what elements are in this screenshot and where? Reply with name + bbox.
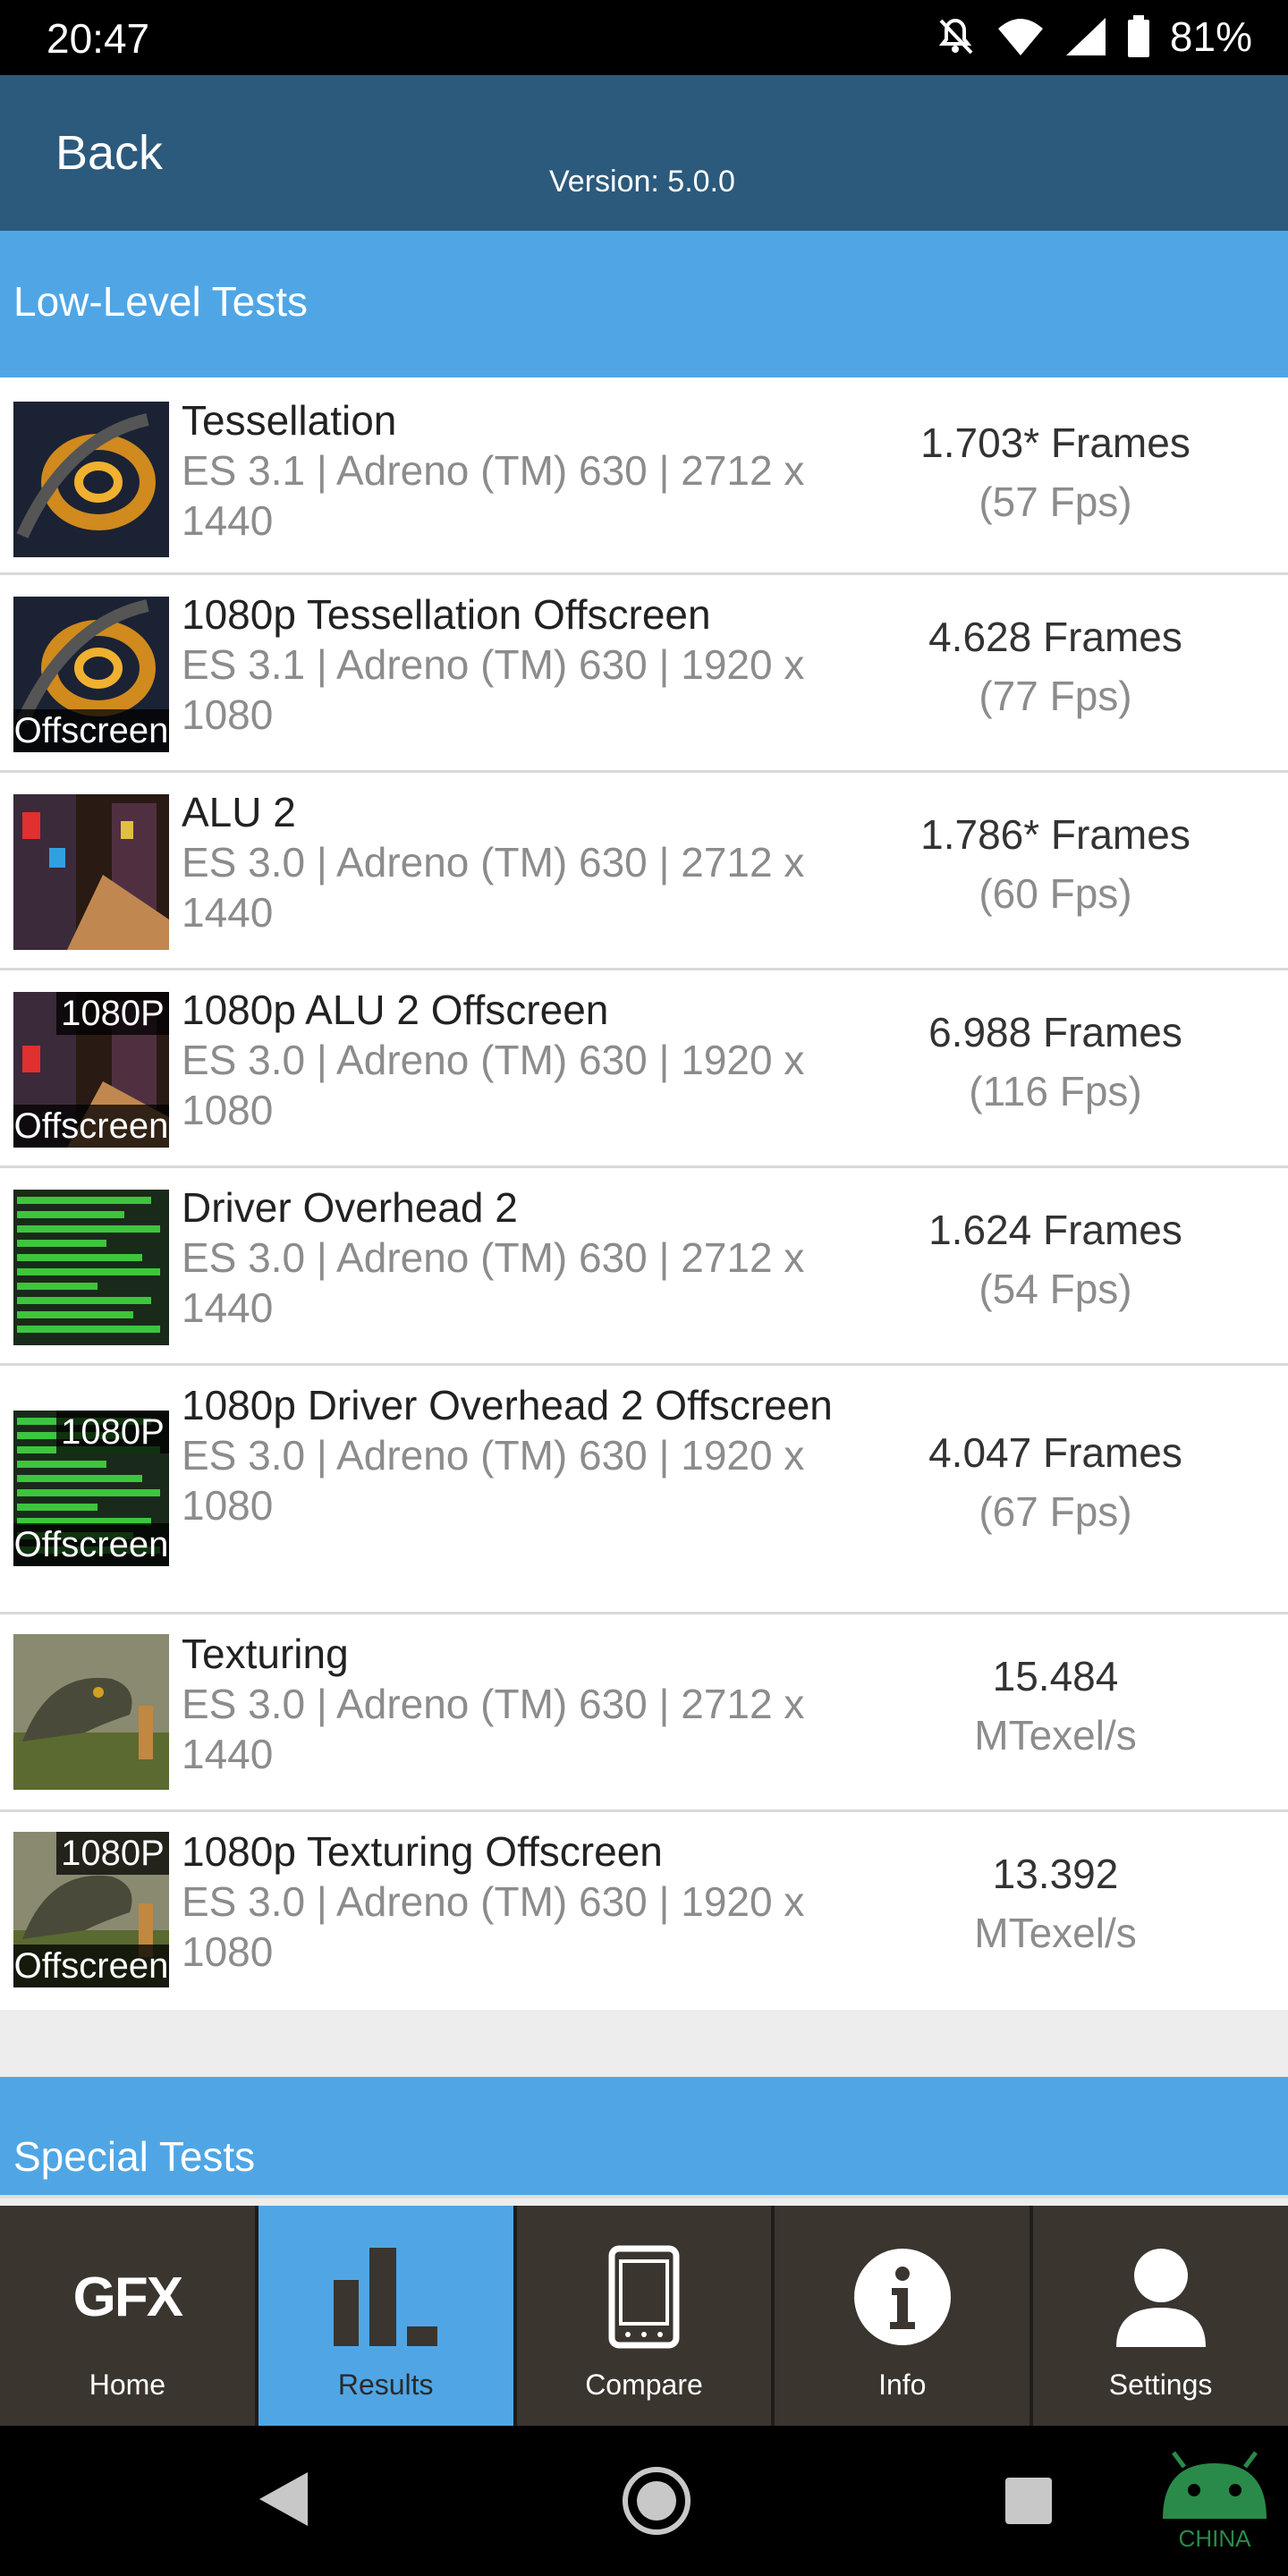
section-title: Special Tests (13, 2133, 256, 2180)
resolution-badge: 1080P (56, 1832, 169, 1875)
offscreen-badge: Offscreen (13, 709, 169, 752)
nav-info[interactable]: Info (775, 2206, 1034, 2426)
test-row-1080p-alu-2-offscreen[interactable]: 1080P Offscreen 1080p ALU 2 Offscreen ES… (0, 970, 1288, 1168)
test-row-1080p-texturing-offscreen[interactable]: 1080P Offscreen 1080p Texturing Offscree… (0, 1812, 1288, 2010)
nav-home[interactable]: GFX Home (0, 2206, 258, 2426)
nav-label: Settings (1108, 2368, 1213, 2401)
test-row-1080p-tessellation-offscreen[interactable]: Offscreen 1080p Tessellation Offscreen E… (0, 575, 1288, 773)
divider (0, 2195, 1288, 2199)
section-header-special: Special Tests (0, 2077, 1288, 2195)
app-bar: Back Version: 5.0.0 (0, 75, 1288, 231)
test-row-1080p-driver-overhead-2-offscreen[interactable]: 1080P Offscreen 1080p Driver Overhead 2 … (0, 1366, 1288, 1614)
offscreen-badge: Offscreen (13, 1945, 169, 1987)
nav-results[interactable]: Results (258, 2206, 517, 2426)
nav-settings[interactable]: Settings (1033, 2206, 1288, 2426)
gfx-logo-icon: GFX (72, 2266, 183, 2328)
info-icon (853, 2249, 951, 2345)
test-thumbnail (13, 402, 169, 557)
test-details: ES 3.0 | Adreno (TM) 630 | 1920 x 1080 (182, 1037, 805, 1133)
home-circle-icon[interactable] (621, 2465, 692, 2537)
test-name: Driver Overhead 2 (182, 1184, 518, 1231)
nav-label: Info (878, 2368, 927, 2401)
test-unit: (116 Fps) (969, 1068, 1142, 1114)
nav-compare[interactable]: Compare (517, 2206, 775, 2426)
test-score: 4.047 Frames (928, 1429, 1182, 1476)
test-name: Texturing (182, 1631, 349, 1677)
test-thumbnail (13, 1634, 169, 1790)
test-details: ES 3.0 | Adreno (TM) 630 | 2712 x 1440 (182, 839, 805, 936)
test-thumbnail (13, 794, 169, 950)
test-row-texturing[interactable]: Texturing ES 3.0 | Adreno (TM) 630 | 271… (0, 1614, 1288, 1812)
test-details: ES 3.0 | Adreno (TM) 630 | 2712 x 1440 (182, 1234, 805, 1331)
test-details: ES 3.1 | Adreno (TM) 630 | 2712 x 1440 (182, 447, 805, 544)
test-name: 1080p Driver Overhead 2 Offscreen (182, 1382, 833, 1428)
test-thumbnail: 1080P Offscreen (13, 1832, 169, 1987)
user-icon (1115, 2249, 1206, 2347)
test-name: 1080p ALU 2 Offscreen (182, 987, 609, 1033)
offscreen-badge: Offscreen (13, 1523, 169, 1566)
section-header-low-level: Low-Level Tests (0, 231, 1288, 377)
test-unit: (77 Fps) (979, 673, 1132, 719)
back-button[interactable]: Back (55, 125, 163, 181)
bottom-navigation: GFX Home Results Compare Info Settings (0, 2206, 1288, 2426)
test-thumbnail: 1080P Offscreen (13, 992, 169, 1148)
status-icons: 81% (934, 13, 1252, 61)
nav-label: Home (89, 2368, 166, 2401)
resolution-badge: 1080P (56, 1411, 169, 1453)
test-score: 1.786* Frames (920, 811, 1191, 858)
signal-icon (1065, 18, 1106, 55)
test-score: 4.628 Frames (928, 614, 1182, 660)
test-row-alu-2[interactable]: ALU 2 ES 3.0 | Adreno (TM) 630 | 2712 x … (0, 773, 1288, 970)
status-bar: 20:47 81% (0, 0, 1288, 75)
recents-square-icon[interactable] (1004, 2476, 1054, 2526)
offscreen-badge: Offscreen (13, 1105, 169, 1148)
test-name: Tessellation (182, 397, 397, 444)
android-robot-icon (1163, 2451, 1267, 2519)
test-thumbnail: Offscreen (13, 597, 169, 752)
test-unit: (54 Fps) (979, 1266, 1132, 1312)
test-score: 13.392 (992, 1851, 1119, 1897)
status-time: 20:47 (47, 15, 150, 62)
test-name: 1080p Texturing Offscreen (182, 1828, 663, 1875)
test-row-driver-overhead-2[interactable]: Driver Overhead 2 ES 3.0 | Adreno (TM) 6… (0, 1168, 1288, 1366)
test-unit: (60 Fps) (979, 870, 1132, 917)
test-unit: (57 Fps) (979, 479, 1132, 525)
test-details: ES 3.1 | Adreno (TM) 630 | 1920 x 1080 (182, 641, 805, 738)
bar-chart-icon (334, 2248, 438, 2346)
test-details: ES 3.0 | Adreno (TM) 630 | 1920 x 1080 (182, 1432, 805, 1529)
test-name: 1080p Tessellation Offscreen (182, 591, 711, 638)
nav-label: Compare (585, 2368, 703, 2401)
wifi-icon (997, 19, 1043, 55)
test-unit: MTexel/s (974, 1910, 1137, 1956)
test-score: 1.624 Frames (928, 1207, 1182, 1253)
notifications-off-icon (938, 18, 973, 55)
test-name: ALU 2 (182, 789, 296, 835)
test-details: ES 3.0 | Adreno (TM) 630 | 2712 x 1440 (182, 1681, 805, 1777)
test-thumbnail: 1080P Offscreen (13, 1411, 169, 1566)
test-details: ES 3.0 | Adreno (TM) 630 | 1920 x 1080 (182, 1878, 805, 1975)
test-row-tessellation[interactable]: Tessellation ES 3.1 | Adreno (TM) 630 | … (0, 377, 1288, 575)
watermark-text: CHINA (1178, 2525, 1251, 2552)
test-unit: (67 Fps) (979, 1488, 1132, 1535)
watermark-logo: CHINA (1154, 2451, 1275, 2552)
test-unit: MTexel/s (974, 1712, 1137, 1758)
section-title: Low-Level Tests (13, 278, 308, 325)
test-score: 15.484 (992, 1653, 1119, 1699)
resolution-badge: 1080P (56, 992, 169, 1035)
smartphone-icon (608, 2245, 680, 2349)
test-thumbnail (13, 1190, 169, 1345)
back-triangle-icon[interactable] (258, 2470, 309, 2528)
test-list: Tessellation ES 3.1 | Adreno (TM) 630 | … (0, 377, 1288, 2010)
test-score: 6.988 Frames (928, 1009, 1182, 1055)
test-score: 1.703* Frames (920, 419, 1191, 466)
version-label: Version: 5.0.0 (549, 165, 735, 199)
battery-icon (1127, 15, 1149, 57)
battery-percentage: 81% (1169, 13, 1252, 60)
system-navigation-bar: CHINA (0, 2426, 1288, 2576)
nav-label: Results (337, 2368, 434, 2401)
